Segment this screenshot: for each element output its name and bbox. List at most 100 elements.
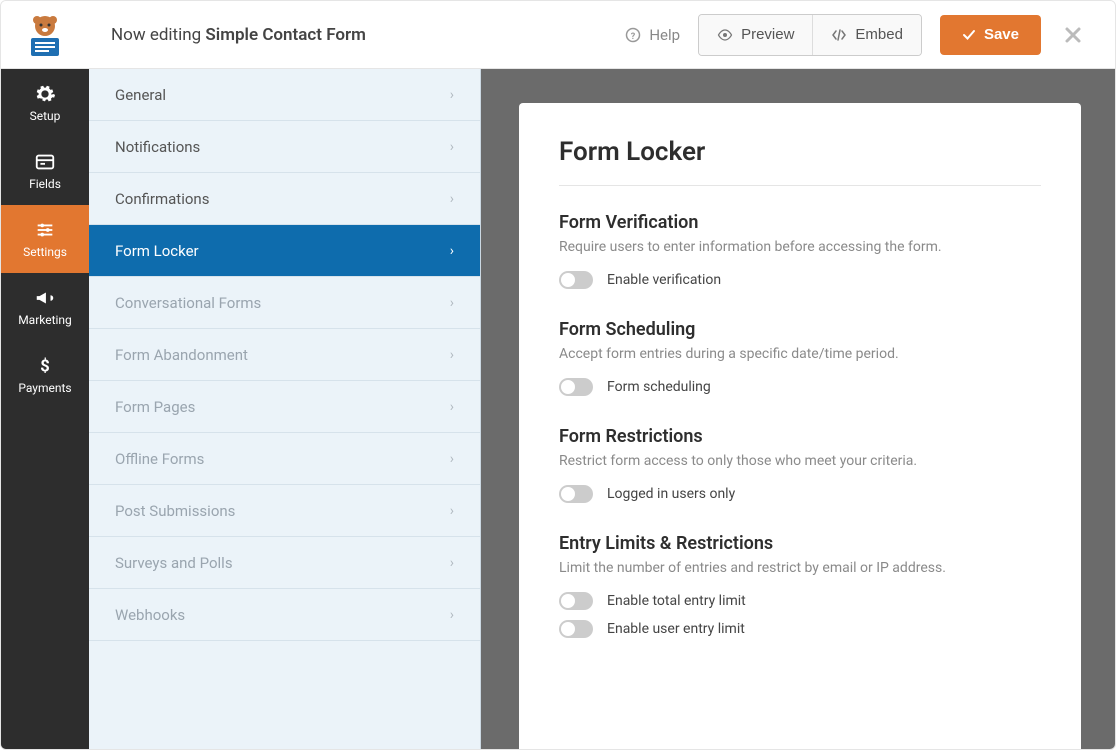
chevron-right-icon: › [450, 399, 454, 415]
chevron-right-icon: › [450, 607, 454, 623]
subnav-item-offline-forms[interactable]: Offline Forms › [89, 433, 480, 485]
section-heading: Form Scheduling [559, 319, 1041, 340]
chevron-right-icon: › [450, 347, 454, 363]
toggle-enable-user-entry-limit[interactable] [559, 620, 593, 638]
svg-text:?: ? [631, 32, 636, 42]
help-icon: ? [625, 27, 641, 43]
section-heading: Entry Limits & Restrictions [559, 533, 1041, 554]
subnav-item-label: Surveys and Polls [115, 554, 233, 572]
subnav-item-label: Offline Forms [115, 450, 204, 468]
subnav-item-label: Webhooks [115, 606, 185, 624]
section-heading: Form Restrictions [559, 426, 1041, 447]
chevron-right-icon: › [450, 503, 454, 519]
subnav-item-label: General [115, 86, 166, 104]
toggle-label: Enable user entry limit [607, 621, 745, 637]
subnav-item-form-pages[interactable]: Form Pages › [89, 381, 480, 433]
rail-item-label: Setup [30, 109, 61, 123]
left-rail: Setup Fields Settings Marketing $ Payments [1, 69, 89, 749]
help-link[interactable]: ? Help [625, 26, 680, 44]
content-panel: Form Locker Form Verification Require use… [519, 103, 1081, 749]
subnav-item-surveys-and-polls[interactable]: Surveys and Polls› [89, 537, 480, 589]
bullhorn-icon [34, 287, 56, 309]
section-desc: Require users to enter information befor… [559, 239, 1041, 255]
svg-text:$: $ [40, 358, 49, 377]
check-icon [962, 28, 976, 42]
chevron-right-icon: › [450, 295, 454, 311]
subnav-item-notifications[interactable]: Notifications › [89, 121, 480, 173]
subnav-item-label: Form Pages [115, 398, 195, 416]
gear-icon [34, 83, 56, 105]
rail-item-label: Marketing [18, 313, 72, 327]
toggle-form-scheduling[interactable] [559, 378, 593, 396]
chevron-right-icon: › [450, 451, 454, 467]
sliders-icon [34, 219, 56, 241]
toggle-logged-in-users-only[interactable] [559, 485, 593, 503]
toggle-label: Form scheduling [607, 379, 711, 395]
toggle-row: Enable verification [559, 271, 1041, 289]
form-name: Simple Contact Form [205, 25, 365, 45]
topbar: Now editing Simple Contact Form ? Help P… [1, 1, 1115, 69]
help-label: Help [649, 26, 680, 44]
fields-icon [34, 151, 56, 173]
subnav-item-label: Form Abandonment [115, 346, 248, 364]
top-actions: ? Help Preview Embed Save [625, 13, 1115, 57]
subnav-item-webhooks[interactable]: Webhooks › [89, 589, 480, 641]
section-form-verification: Form Verification Require users to enter … [559, 212, 1041, 289]
section-desc: Accept form entries during a specific da… [559, 346, 1041, 362]
eye-icon [717, 27, 733, 43]
rail-item-fields[interactable]: Fields [1, 137, 89, 205]
rail-item-label: Fields [29, 177, 61, 191]
embed-button[interactable]: Embed [812, 15, 921, 55]
rail-item-label: Payments [18, 381, 71, 395]
subnav-item-confirmations[interactable]: Confirmations › [89, 173, 480, 225]
content-area: Form Locker Form Verification Require use… [481, 69, 1115, 749]
close-button[interactable] [1051, 13, 1095, 57]
toggle-row: Enable total entry limit [559, 592, 1041, 610]
preview-button[interactable]: Preview [699, 15, 812, 55]
rail-item-label: Settings [23, 245, 67, 259]
subnav-item-general[interactable]: General › [89, 69, 480, 121]
rail-item-setup[interactable]: Setup [1, 69, 89, 137]
chevron-right-icon: › [450, 243, 454, 259]
dollar-icon: $ [34, 355, 56, 377]
chevron-right-icon: › [450, 191, 454, 207]
save-button[interactable]: Save [940, 15, 1041, 55]
code-icon [831, 27, 847, 43]
subnav-item-form-abandonment[interactable]: Form Abandonment › [89, 329, 480, 381]
subnav-item-post-submissions[interactable]: Post Submissions› [89, 485, 480, 537]
settings-subnav: General›Notifications›Confirmations›Form… [89, 69, 481, 749]
subnav-item-label: Notifications [115, 138, 200, 156]
app-logo [1, 1, 89, 69]
section-form-restrictions: Form Restrictions Restrict form access to… [559, 426, 1041, 503]
subnav-item-conversational-forms[interactable]: Conversational Forms › [89, 277, 480, 329]
subnav-item-label: Conversational Forms [115, 294, 261, 312]
rail-item-settings[interactable]: Settings [1, 205, 89, 273]
section-desc: Limit the number of entries and restrict… [559, 560, 1041, 576]
toggle-row: Enable user entry limit [559, 620, 1041, 638]
toggle-label: Logged in users only [607, 486, 735, 502]
chevron-right-icon: › [450, 87, 454, 103]
chevron-right-icon: › [450, 139, 454, 155]
toggle-enable-verification[interactable] [559, 271, 593, 289]
rail-item-payments[interactable]: $ Payments [1, 341, 89, 409]
subnav-item-label: Confirmations [115, 190, 209, 208]
toggle-row: Logged in users only [559, 485, 1041, 503]
bear-logo-icon [21, 10, 69, 58]
panel-title: Form Locker [559, 137, 1041, 167]
section-heading: Form Verification [559, 212, 1041, 233]
divider [559, 185, 1041, 186]
section-form-scheduling: Form Scheduling Accept form entries durin… [559, 319, 1041, 396]
rail-item-marketing[interactable]: Marketing [1, 273, 89, 341]
toggle-enable-total-entry-limit[interactable] [559, 592, 593, 610]
subnav-item-label: Form Locker [115, 242, 199, 260]
preview-embed-group: Preview Embed [698, 14, 922, 56]
section-entry-limits-restrictions: Entry Limits & Restrictions Limit the num… [559, 533, 1041, 638]
section-desc: Restrict form access to only those who m… [559, 453, 1041, 469]
toggle-label: Enable verification [607, 272, 721, 288]
toggle-row: Form scheduling [559, 378, 1041, 396]
editing-prefix: Now editing [111, 25, 201, 45]
close-icon [1063, 25, 1083, 45]
subnav-item-form-locker[interactable]: Form Locker › [89, 225, 480, 277]
editing-label: Now editing Simple Contact Form [111, 25, 366, 45]
toggle-label: Enable total entry limit [607, 593, 746, 609]
